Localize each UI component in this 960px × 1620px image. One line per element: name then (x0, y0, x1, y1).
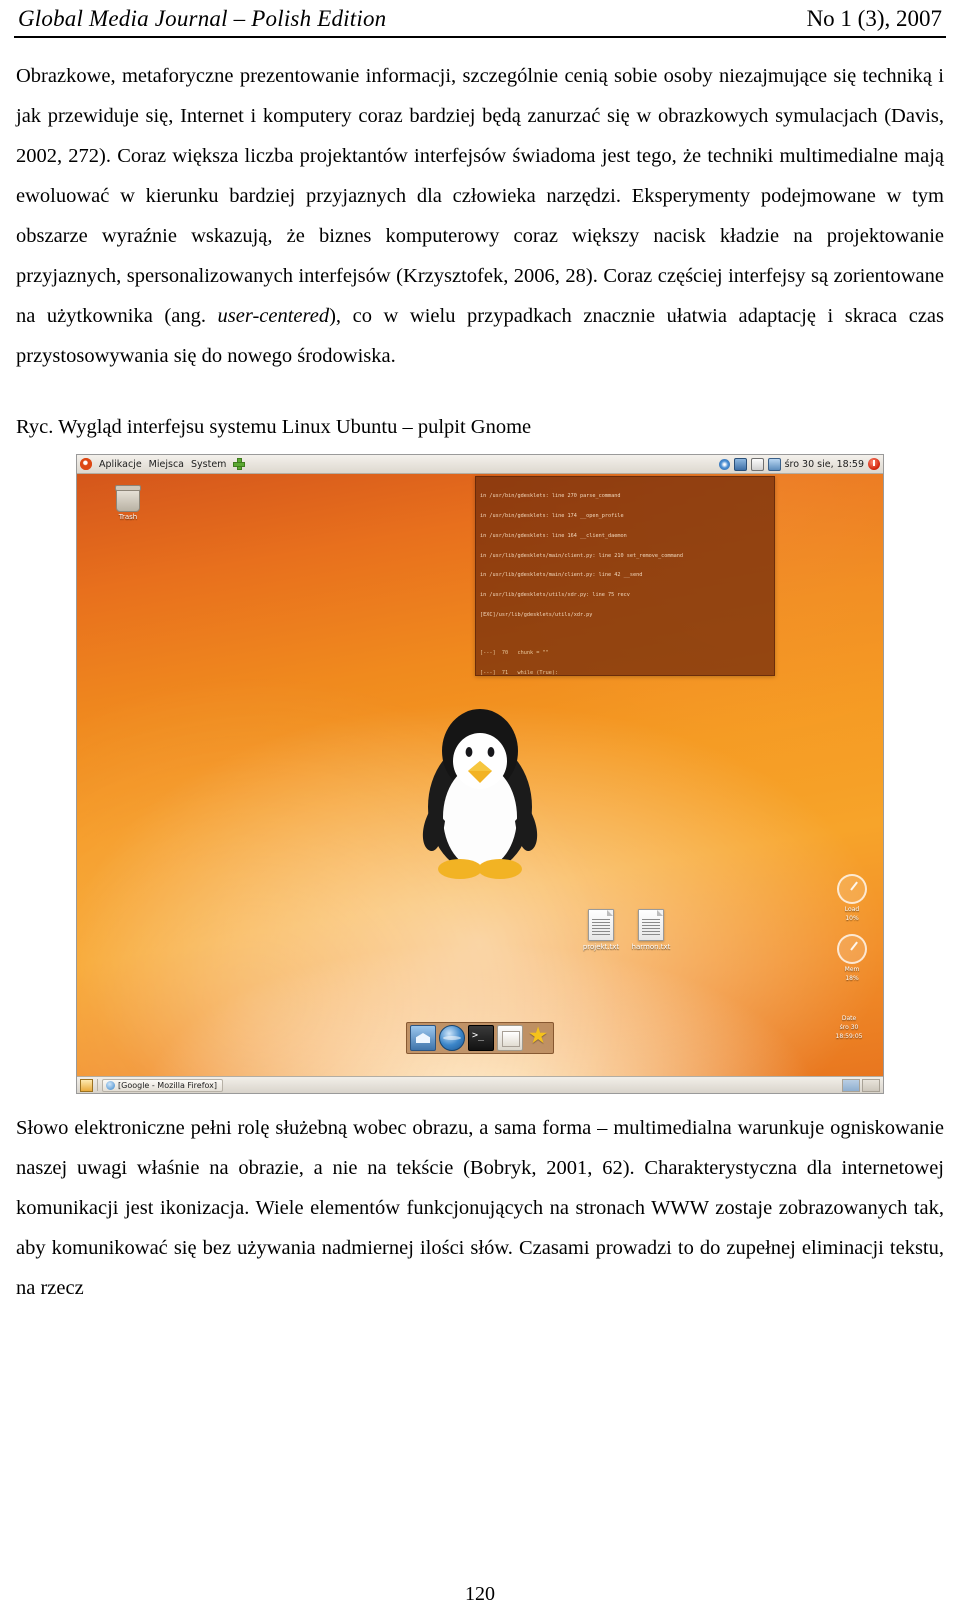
trash-label: Trash (118, 513, 138, 521)
photo-icon[interactable] (733, 457, 747, 471)
terminal-traceback-line: [EXC]/usr/lib/gdesklets/utils/xdr.py (480, 611, 593, 618)
desktop-wallpaper[interactable]: Trash in /usr/bin/gdesklets: line 270 pa… (77, 474, 883, 1076)
desktop-dock[interactable] (406, 1022, 554, 1054)
paragraph-one-part-one: Obrazkowe, metaforyczne prezentowanie in… (16, 65, 944, 327)
load-dial-icon (837, 874, 867, 904)
memory-dial-icon (837, 934, 867, 964)
terminal-traceback-line: in /usr/bin/gdesklets: line 164 __client… (480, 532, 627, 539)
power-button-icon[interactable] (868, 458, 880, 470)
code-text: while (True): (517, 669, 559, 676)
terminal-spacer (480, 632, 770, 637)
code-lineno: 70 (501, 649, 509, 656)
paragraph-two: Słowo elektroniczne pełni rolę służebną … (16, 1117, 944, 1299)
document-lines-glyph (592, 919, 610, 935)
desktop-file-harmon[interactable]: harmon.txt (622, 909, 680, 951)
document-lines-glyph (642, 919, 660, 935)
code-lineno: 71 (501, 669, 509, 676)
text-document-icon (588, 909, 614, 941)
terminal-icon[interactable] (468, 1025, 494, 1051)
document-page: Global Media Journal – Polish Edition No… (0, 0, 960, 1620)
workspace-1[interactable] (842, 1078, 860, 1092)
terminal-code-line: [---] 70 chunk = "" (480, 650, 770, 657)
terminal-traceback-line: in /usr/lib/gdesklets/main/client.py: li… (480, 572, 643, 579)
terminal-window[interactable]: in /usr/bin/gdesklets: line 270 parse_co… (475, 476, 775, 676)
file-manager-icon[interactable] (497, 1025, 523, 1051)
menu-miejsca[interactable]: Miejsca (149, 459, 184, 470)
green-plus-icon[interactable] (233, 458, 246, 470)
code-marker: [---] (480, 669, 496, 676)
panel-tray-group: śro 30 sie, 18:59 (718, 457, 880, 471)
code-text: chunk = "" (517, 649, 549, 656)
workspace-2[interactable] (862, 1078, 880, 1092)
desklet-clock[interactable]: Date śro 30 18:59:05 (823, 1014, 875, 1041)
terminal-traceback-line: in /usr/bin/gdesklets: line 270 parse_co… (480, 493, 621, 500)
desklet-memory-value: 18% (845, 975, 859, 982)
code-marker: [---] (480, 649, 496, 656)
firefox-icon (106, 1080, 115, 1090)
web-browser-icon[interactable] (439, 1025, 465, 1051)
settings-gear-icon[interactable] (718, 458, 730, 470)
desklet-load[interactable]: Load 10% (829, 874, 875, 923)
battery-icon[interactable] (750, 457, 764, 471)
running-head: Global Media Journal – Polish Edition No… (14, 0, 946, 38)
issue-number: No 1 (3), 2007 (806, 6, 942, 31)
journal-title: Global Media Journal – Polish Edition (18, 6, 387, 31)
workspace-switcher[interactable] (842, 1078, 880, 1092)
paragraph-one: Obrazkowe, metaforyczne prezentowanie in… (16, 56, 944, 376)
menu-aplikacje[interactable]: Aplikacje (99, 459, 142, 470)
desklet-clock-label: Date (841, 1015, 857, 1022)
terminal-traceback-line: in /usr/lib/gdesklets/main/client.py: li… (480, 552, 684, 559)
tux-penguin-icon (405, 699, 555, 884)
desklet-memory-label: Mem (844, 966, 860, 973)
taskbar-separator (97, 1079, 98, 1091)
desklet-clock-time: 18:59:05 (835, 1033, 863, 1040)
desklet-load-label: Load (844, 906, 860, 913)
panel-left-group: Aplikacje Miejsca System (80, 458, 246, 470)
panel-clock[interactable]: śro 30 sie, 18:59 (785, 459, 864, 470)
gnome-bottom-panel[interactable]: [Google - Mozilla Firefox] (77, 1076, 883, 1093)
desklet-memory[interactable]: Mem 18% (829, 934, 875, 983)
term-user-centered: user-centered (217, 305, 330, 327)
taskbar-window-button[interactable]: [Google - Mozilla Firefox] (102, 1078, 224, 1092)
text-document-icon (638, 909, 664, 941)
gnome-top-panel[interactable]: Aplikacje Miejsca System śro 30 sie, 18:… (77, 455, 883, 474)
menu-system[interactable]: System (191, 459, 226, 470)
taskbar-window-label: [Google - Mozilla Firefox] (118, 1080, 218, 1090)
desklet-load-value: 10% (845, 915, 859, 922)
ubuntu-desktop-screenshot: Aplikacje Miejsca System śro 30 sie, 18:… (76, 454, 884, 1094)
trash-can-glyph (115, 485, 141, 512)
page-number: 120 (465, 1583, 495, 1605)
desklet-clock-date: śro 30 (839, 1024, 859, 1031)
show-desktop-icon[interactable] (80, 1078, 93, 1092)
figure-caption: Ryc. Wygląd interfejsu systemu Linux Ubu… (16, 416, 532, 438)
desktop-file-label: harmon.txt (631, 943, 671, 951)
terminal-traceback-line: in /usr/bin/gdesklets: line 174 __open_p… (480, 512, 624, 519)
figure-image: Aplikacje Miejsca System śro 30 sie, 18:… (76, 454, 884, 1094)
terminal-traceback-line: in /usr/lib/gdesklets/utils/xdr.py: line… (480, 592, 630, 599)
favorites-star-icon[interactable] (526, 1023, 550, 1050)
terminal-code-line: [---] 71 while (True): (480, 669, 770, 676)
ubuntu-logo-icon[interactable] (80, 458, 92, 470)
home-folder-icon[interactable] (410, 1025, 436, 1051)
network-icon[interactable] (767, 457, 781, 471)
trash-icon[interactable]: Trash (115, 485, 141, 521)
